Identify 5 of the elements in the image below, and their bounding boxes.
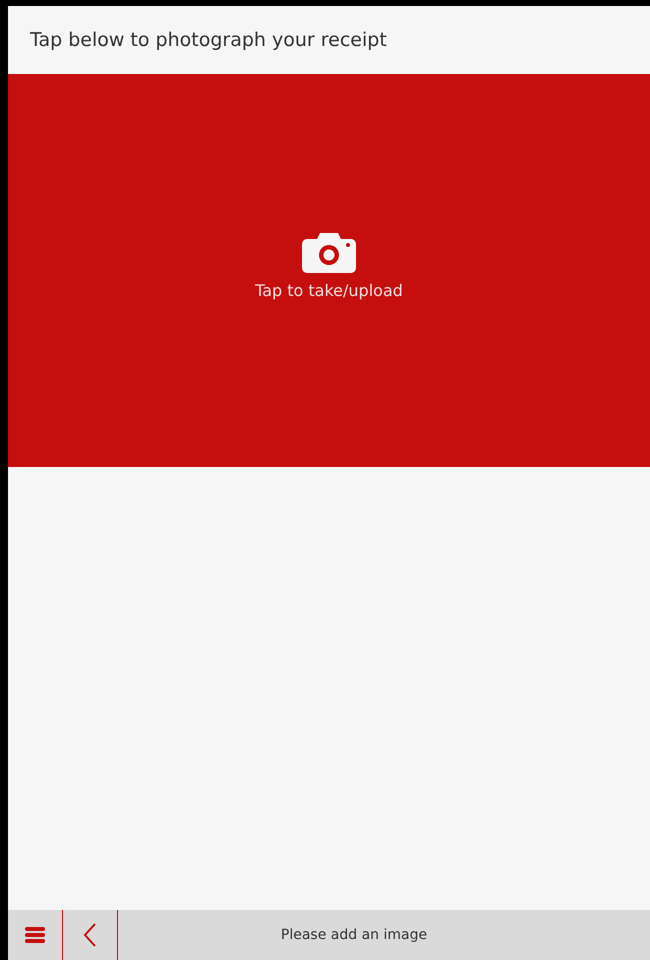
back-icon — [83, 922, 97, 948]
header-title: Tap below to photograph your receipt — [30, 29, 387, 51]
menu-icon — [24, 926, 46, 944]
upload-area[interactable]: Tap to take/upload — [8, 74, 650, 467]
status-text: Please add an image — [280, 927, 428, 943]
